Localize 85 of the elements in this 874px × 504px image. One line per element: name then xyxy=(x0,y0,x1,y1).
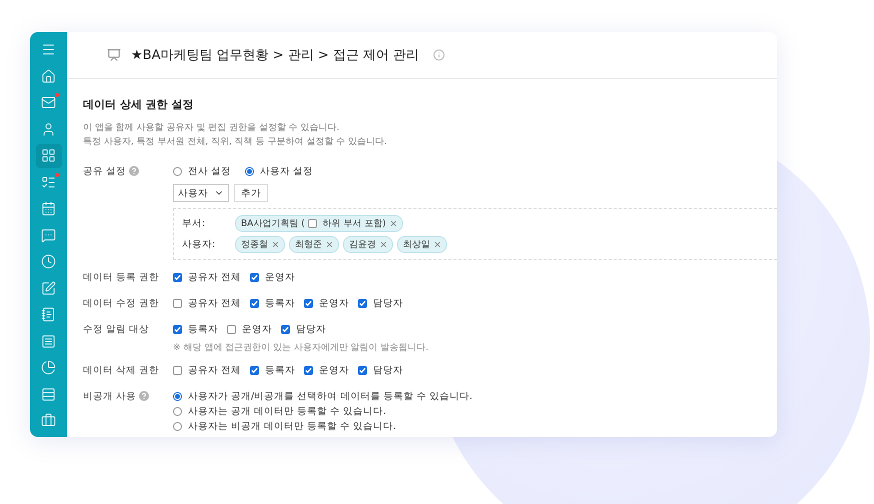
pie-chart-icon xyxy=(41,360,56,376)
field-label: 공유 설정 xyxy=(83,164,126,178)
checkbox[interactable] xyxy=(308,219,317,228)
checkbox[interactable] xyxy=(250,366,260,374)
remove-icon[interactable] xyxy=(379,240,388,249)
checkbox-option[interactable]: 담당자 xyxy=(358,364,404,376)
checkbox-option[interactable]: 운영자 xyxy=(250,270,296,284)
checkbox-option[interactable]: 하위 부서 포함) xyxy=(308,217,386,230)
calendar-icon xyxy=(41,201,56,216)
page-title: ★BA마케팅팀 업무현황 > 관리 > 접근 제어 관리 xyxy=(131,47,420,64)
checkbox-option[interactable]: 운영자 xyxy=(227,322,272,336)
document-icon xyxy=(41,334,56,349)
checkbox[interactable] xyxy=(227,324,236,334)
field-label: 수정 알림 대상 xyxy=(83,322,150,336)
user-icon xyxy=(41,122,56,137)
remove-icon[interactable] xyxy=(388,219,398,228)
checkbox[interactable] xyxy=(173,298,182,308)
description-text: 이 앱을 함께 사용할 공유자 및 편집 권한을 설정할 수 있습니다. xyxy=(83,122,340,135)
checkbox[interactable] xyxy=(173,324,182,334)
checkbox[interactable] xyxy=(358,298,368,308)
field-label: 비공개 사용 xyxy=(83,390,136,402)
tag-text: 김윤경 xyxy=(349,239,376,251)
checkbox[interactable] xyxy=(281,324,290,334)
checkbox-option[interactable]: 담당자 xyxy=(358,296,404,310)
clock-icon xyxy=(41,254,56,270)
checkbox-option[interactable]: 공유자 전체 xyxy=(173,270,242,284)
checkbox-option[interactable]: 공유자 전체 xyxy=(173,364,242,376)
group-label: 부서: xyxy=(182,217,206,230)
checkbox-option[interactable]: 등록자 xyxy=(173,322,218,336)
radio-button[interactable] xyxy=(173,422,182,430)
list-icon xyxy=(41,174,56,190)
checkbox-option[interactable]: 등록자 xyxy=(250,296,296,310)
checkbox[interactable] xyxy=(250,298,260,308)
radio-option[interactable]: 사용자가 공개/비공개를 선택하여 데이터를 등록할 수 있습니다. xyxy=(173,390,472,402)
help-icon[interactable] xyxy=(139,391,150,401)
description-text: 특정 사용자, 특정 부서원 전체, 직위, 직책 등 구분하여 설정할 수 있습니다. xyxy=(83,136,388,149)
layers-icon xyxy=(41,386,56,402)
field-label: 데이터 등록 권한 xyxy=(83,270,160,284)
remove-icon[interactable] xyxy=(325,240,334,249)
checkbox-option[interactable]: 운영자 xyxy=(304,364,350,376)
radio-button[interactable] xyxy=(245,166,254,176)
remove-icon[interactable] xyxy=(271,240,280,249)
easel-icon xyxy=(107,48,121,62)
sidebar-item[interactable] xyxy=(36,144,62,168)
checkbox-option[interactable]: 등록자 xyxy=(250,364,296,376)
field-label: 데이터 삭제 권한 xyxy=(83,364,160,376)
tag-text: 정종철 xyxy=(241,239,268,251)
radio-option[interactable]: 사용자는 비공개 데이터만 등록할 수 있습니다. xyxy=(173,420,396,432)
info-icon[interactable] xyxy=(433,49,446,61)
grid-icon xyxy=(41,148,56,164)
tag-text: 최형준 xyxy=(295,239,322,251)
radio-button[interactable] xyxy=(173,406,182,416)
checkbox[interactable] xyxy=(250,272,260,282)
checkbox-option[interactable]: 담당자 xyxy=(281,322,326,336)
radio-button[interactable] xyxy=(173,392,182,400)
tag-text: 최상일 xyxy=(403,239,430,251)
help-icon[interactable] xyxy=(129,166,140,176)
radio-option[interactable]: 전사 설정 xyxy=(173,164,232,178)
edit-icon xyxy=(41,280,56,296)
menu-icon xyxy=(41,42,56,58)
checkbox[interactable] xyxy=(358,366,368,374)
chat-icon xyxy=(41,228,56,243)
user-type-select[interactable]: 사용자 xyxy=(173,184,229,202)
radio-option[interactable]: 사용자는 공개 데이터만 등록할 수 있습니다. xyxy=(173,404,386,418)
mail-icon xyxy=(41,95,56,110)
checkbox[interactable] xyxy=(304,366,314,374)
radio-button[interactable] xyxy=(173,166,182,176)
briefcase-icon xyxy=(41,413,56,428)
checkbox[interactable] xyxy=(173,366,182,374)
field-label: 데이터 수정 권한 xyxy=(83,296,160,310)
checkbox[interactable] xyxy=(173,272,182,282)
checkbox[interactable] xyxy=(304,298,314,308)
notification-dot xyxy=(54,93,58,97)
notification-dot xyxy=(54,172,58,176)
home-icon xyxy=(41,68,56,84)
radio-option[interactable]: 사용자 설정 xyxy=(245,164,314,178)
add-button[interactable]: 추가 xyxy=(234,184,268,202)
remove-icon[interactable] xyxy=(433,240,442,249)
tag-text: BA사업기획팀 ( xyxy=(241,218,305,230)
section-heading: 데이터 상세 권한 설정 xyxy=(83,97,194,112)
notebook-icon xyxy=(41,307,56,322)
group-label: 사용자: xyxy=(182,238,216,251)
checkbox-option[interactable]: 운영자 xyxy=(304,296,350,310)
note-text: ※ 해당 앱에 접근권한이 있는 사용자에게만 알림이 발송됩니다. xyxy=(173,342,430,354)
checkbox-option[interactable]: 공유자 전체 xyxy=(173,296,242,310)
